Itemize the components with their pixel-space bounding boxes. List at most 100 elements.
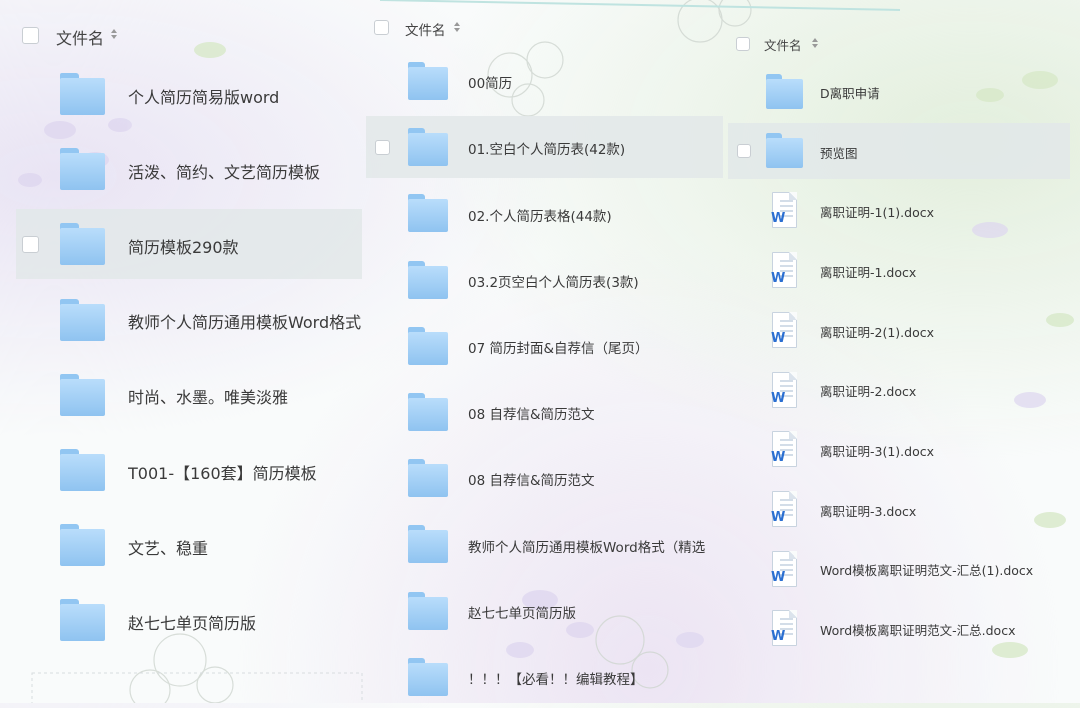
list-header: 文件名 — [728, 32, 1070, 54]
sort-icon[interactable] — [812, 38, 818, 48]
folder-icon — [60, 73, 105, 115]
folder-icon — [60, 524, 105, 567]
word-doc-icon: W — [767, 311, 797, 348]
file-row[interactable]: W 离职证明-3.docx — [728, 481, 1070, 537]
file-row[interactable]: 07 简历封面&自荐信（尾页） — [366, 315, 723, 377]
folder-icon — [60, 223, 105, 266]
file-row[interactable]: 赵七七单页简历版 — [16, 585, 362, 655]
list-header: 文件名 — [366, 14, 723, 40]
folder-icon — [60, 449, 105, 491]
folder-name[interactable]: 03.2页空白个人简历表(3款) — [468, 271, 639, 291]
file-row[interactable]: 个人简历简易版word — [16, 59, 362, 129]
select-all-checkbox[interactable] — [22, 27, 39, 44]
file-row[interactable]: 02.个人简历表格(44款) — [366, 182, 723, 244]
file-row[interactable]: 01.空白个人简历表(42款) — [366, 116, 723, 179]
folder-icon — [408, 393, 448, 431]
file-row[interactable]: T001-【160套】简历模板 — [16, 435, 362, 505]
folder-name[interactable]: 教师个人简历通用模板Word格式（精选 — [468, 536, 705, 556]
file-row[interactable]: 赵七七单页简历版 — [366, 580, 723, 642]
folder-name[interactable]: 文艺、稳重 — [128, 535, 208, 559]
file-row[interactable]: 00简历 — [366, 50, 723, 112]
folder-icon — [408, 657, 448, 696]
file-row[interactable]: 08 自荐信&简历范文 — [366, 447, 723, 509]
file-row[interactable]: ！！！【必看！！编辑教程】 — [366, 646, 723, 708]
file-row[interactable]: 文艺、稳重 — [16, 510, 362, 580]
word-doc-icon: W — [767, 550, 797, 587]
file-row[interactable]: W 离职证明-1(1).docx — [728, 182, 1070, 238]
folder-icon — [408, 260, 448, 299]
file-row[interactable]: 预览图 — [728, 122, 1070, 179]
folder-icon — [60, 373, 105, 416]
folder-name[interactable]: 00简历 — [468, 72, 512, 92]
file-name[interactable]: 离职证明-1.docx — [820, 262, 916, 281]
folder-name[interactable]: 赵七七单页简历版 — [128, 610, 256, 634]
folder-name[interactable]: 08 自荐信&简历范文 — [468, 469, 595, 489]
word-doc-icon: W — [767, 371, 797, 408]
folder-name[interactable]: 02.个人简历表格(44款) — [468, 205, 612, 225]
file-list-column-2: 文件名 00简历 01.空白个人简历表(42款) 02.个人简历表格(44款) 03.… — [366, 0, 723, 703]
file-row[interactable]: D离职申请 — [728, 63, 1070, 119]
folder-icon — [408, 525, 448, 564]
word-doc-icon: W — [767, 431, 797, 468]
folder-name[interactable]: 活泼、简约、文艺简历模板 — [128, 159, 320, 183]
folder-name[interactable]: T001-【160套】简历模板 — [128, 460, 317, 484]
list-header: 文件名 — [16, 20, 362, 50]
file-row[interactable]: 简历模板290款 — [16, 209, 362, 280]
file-row[interactable]: 教师个人简历通用模板Word格式（精选 — [366, 513, 723, 575]
file-row[interactable]: W 离职证明-1.docx — [728, 242, 1070, 298]
file-row[interactable]: 时尚、水墨。唯美淡雅 — [16, 360, 362, 430]
file-row[interactable]: 活泼、简约、文艺简历模板 — [16, 134, 362, 204]
file-name[interactable]: 离职证明-3.docx — [820, 501, 916, 520]
word-doc-icon: W — [767, 490, 797, 527]
folder-name[interactable]: ！！！【必看！！编辑教程】 — [468, 668, 644, 688]
file-row[interactable]: W 离职证明-3(1).docx — [728, 421, 1070, 477]
row-checkbox[interactable] — [737, 143, 751, 158]
filename-column-header[interactable]: 文件名 — [56, 25, 104, 49]
folder-name[interactable]: 简历模板290款 — [128, 234, 239, 258]
file-name[interactable]: Word模板离职证明范文-汇总.docx — [820, 620, 1015, 639]
word-doc-icon: W — [767, 252, 797, 289]
file-row[interactable]: 教师个人简历通用模板Word格式 — [16, 285, 362, 355]
file-list-column-1: 文件名 个人简历简易版word 活泼、简约、文艺简历模板 简历模板290款教师个人简… — [16, 0, 362, 703]
folder-icon — [408, 591, 448, 630]
file-row[interactable]: W 离职证明-2.docx — [728, 362, 1070, 418]
folder-name[interactable]: 01.空白个人简历表(42款) — [468, 138, 625, 158]
folder-name[interactable]: 07 简历封面&自荐信（尾页） — [468, 337, 649, 357]
filename-column-header[interactable]: 文件名 — [764, 35, 802, 54]
folder-icon — [408, 62, 448, 100]
folder-name[interactable]: D离职申请 — [820, 83, 880, 102]
folder-name[interactable]: 预览图 — [820, 143, 858, 162]
word-doc-icon: W — [767, 610, 797, 647]
folder-icon — [60, 148, 105, 191]
file-name[interactable]: Word模板离职证明范文-汇总(1).docx — [820, 560, 1033, 579]
sort-icon[interactable] — [454, 22, 460, 32]
file-name[interactable]: 离职证明-2.docx — [820, 381, 916, 400]
filename-column-header[interactable]: 文件名 — [405, 19, 446, 39]
folder-name[interactable]: 时尚、水墨。唯美淡雅 — [128, 384, 288, 408]
folder-icon — [60, 298, 105, 341]
file-row[interactable]: 08 自荐信&简历范文 — [366, 381, 723, 443]
folder-icon — [766, 73, 803, 109]
folder-icon — [408, 194, 448, 233]
select-all-checkbox[interactable] — [374, 20, 389, 35]
folder-icon — [408, 128, 448, 167]
folder-name[interactable]: 赵七七单页简历版 — [468, 602, 576, 622]
sort-icon[interactable] — [111, 29, 117, 39]
row-checkbox[interactable] — [22, 235, 39, 253]
file-name[interactable]: 离职证明-3(1).docx — [820, 441, 934, 460]
file-row[interactable]: W Word模板离职证明范文-汇总.docx — [728, 600, 1070, 656]
file-row[interactable]: W 离职证明-2(1).docx — [728, 302, 1070, 358]
file-list-column-3: 文件名 D离职申请 预览图 W 离职证明-1(1).docx W 离职证明-1.docx W… — [728, 0, 1070, 703]
folder-icon — [766, 133, 803, 169]
select-all-checkbox[interactable] — [736, 37, 750, 51]
file-name[interactable]: 离职证明-1(1).docx — [820, 202, 934, 221]
folder-name[interactable]: 个人简历简易版word — [128, 84, 279, 108]
row-checkbox[interactable] — [375, 139, 390, 155]
file-name[interactable]: 离职证明-2(1).docx — [820, 322, 934, 341]
folder-icon — [408, 459, 448, 498]
file-row[interactable]: 03.2页空白个人简历表(3款) — [366, 249, 723, 311]
folder-icon — [408, 326, 448, 365]
file-row[interactable]: W Word模板离职证明范文-汇总(1).docx — [728, 541, 1070, 597]
folder-name[interactable]: 教师个人简历通用模板Word格式 — [128, 309, 361, 333]
folder-name[interactable]: 08 自荐信&简历范文 — [468, 403, 595, 423]
